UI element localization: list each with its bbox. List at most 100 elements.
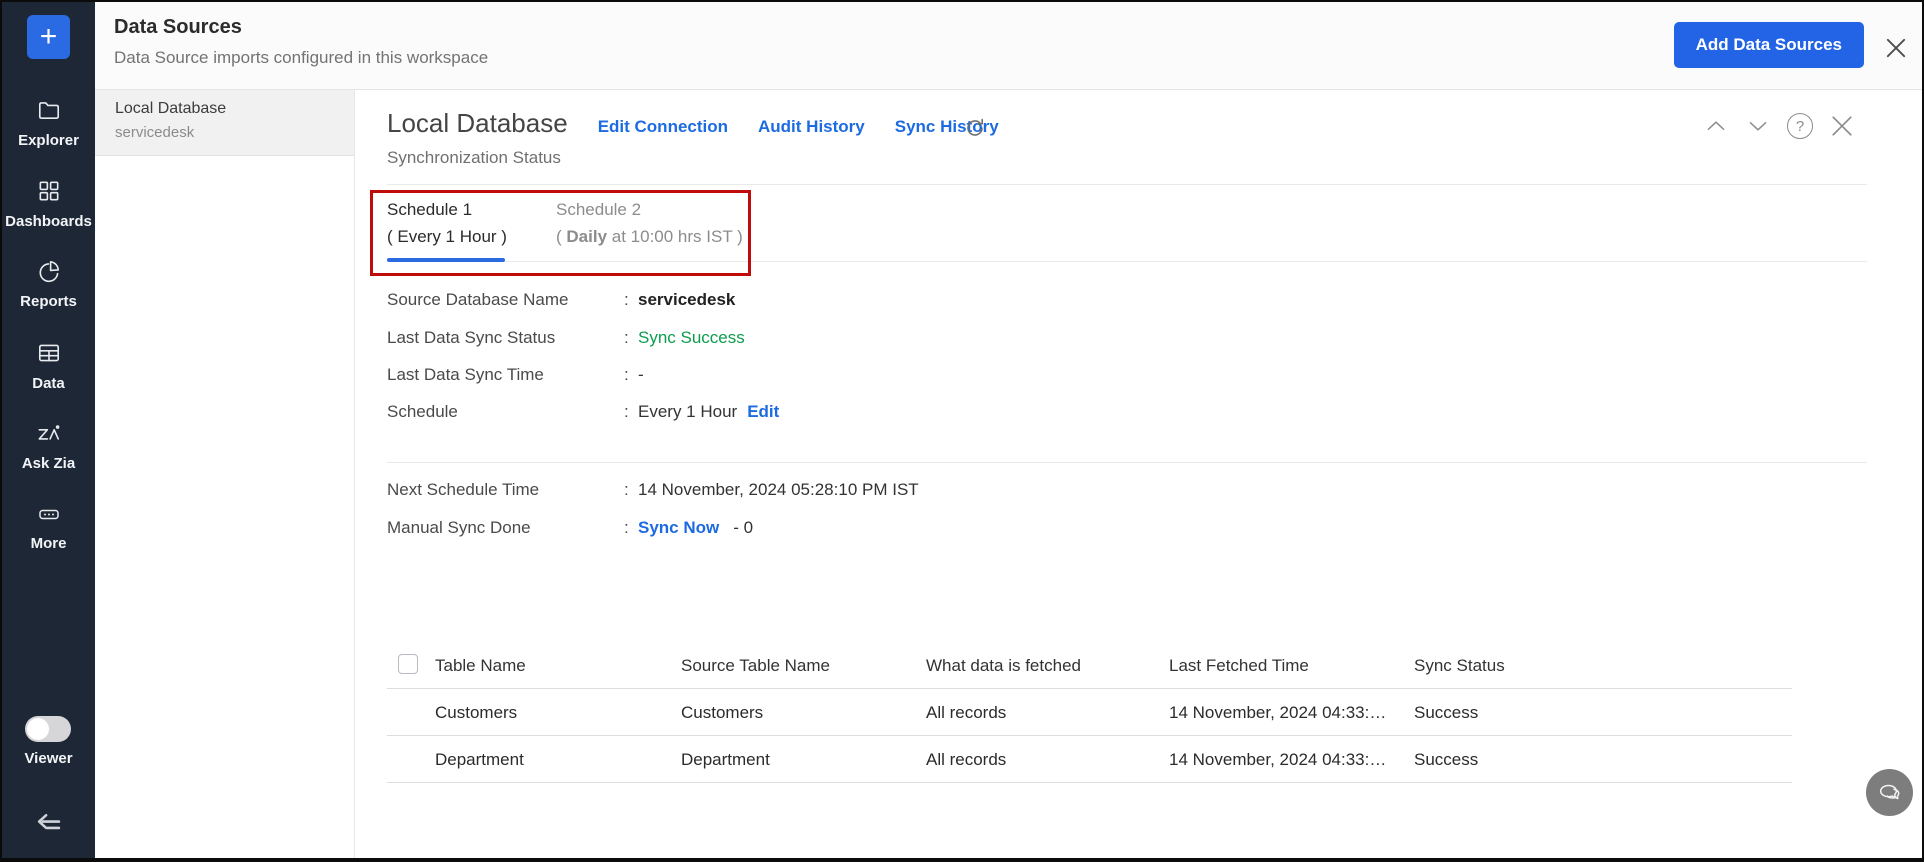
- column-header: Sync Status: [1414, 656, 1505, 675]
- field-row: Schedule: Every 1 Hour Edit: [387, 402, 779, 422]
- help-icon: ?: [1787, 113, 1813, 139]
- field-value: servicedesk: [638, 290, 736, 309]
- sidebar: + Explorer Dashboards Reports Data Ask Z…: [2, 2, 95, 858]
- tab-schedule-1[interactable]: Schedule 1 ( Every 1 Hour ): [387, 200, 507, 247]
- table-cell: 14 November, 2024 04:33:…: [1169, 750, 1387, 769]
- select-all-checkbox[interactable]: [398, 654, 418, 674]
- sidebar-item-ask-zia[interactable]: Ask Zia: [2, 420, 95, 472]
- column-header: Source Table Name: [681, 656, 830, 675]
- table-header-row: Table Name Source Table Name What data i…: [387, 642, 1792, 689]
- field-row: Next Schedule Time:14 November, 2024 05:…: [387, 480, 919, 500]
- table-cell: Customers: [435, 703, 518, 722]
- pane-controls: ?: [1702, 112, 1856, 140]
- sync-status-section-label: Synchronization Status: [387, 148, 561, 167]
- page-title: Data Sources: [114, 16, 242, 38]
- table-cell: Customers: [681, 703, 764, 722]
- field-row: Last Data Sync Status: Sync Success: [387, 328, 745, 348]
- viewer-toggle[interactable]: [25, 716, 71, 742]
- table-cell: All records: [926, 703, 1007, 722]
- sidebar-item-label: Data: [32, 375, 65, 392]
- sidebar-item-reports[interactable]: Reports: [2, 258, 95, 310]
- table-cell: Success: [1414, 703, 1479, 722]
- field-label: Source Database Name: [387, 290, 569, 309]
- manual-sync-count: - 0: [733, 518, 754, 537]
- sidebar-item-label: Explorer: [18, 132, 79, 149]
- field-row: Last Data Sync Time: -: [387, 365, 644, 385]
- add-data-sources-button[interactable]: Add Data Sources: [1673, 22, 1864, 68]
- table-icon: [38, 344, 59, 362]
- close-detail-button[interactable]: [1828, 112, 1856, 140]
- table-cell: Department: [681, 750, 770, 769]
- field-label: Last Data Sync Time: [387, 365, 544, 384]
- field-value: -: [638, 365, 644, 384]
- field-separator: :: [624, 518, 629, 537]
- field-label: Next Schedule Time: [387, 480, 540, 499]
- tab-subtitle: ( Daily at 10:00 hrs IST ): [556, 227, 743, 246]
- collapse-sidebar-button[interactable]: [32, 808, 66, 838]
- sidebar-item-label: Reports: [20, 293, 77, 310]
- pie-chart-icon: [39, 260, 59, 283]
- table-row[interactable]: Customers Customers All records 14 Novem…: [387, 689, 1792, 736]
- page-subtitle: Data Source imports configured in this w…: [114, 48, 489, 67]
- table-cell: Success: [1414, 750, 1479, 769]
- app-window: + Explorer Dashboards Reports Data Ask Z…: [0, 0, 1924, 862]
- sidebar-item-dashboards[interactable]: Dashboards: [2, 178, 95, 230]
- sync-now-link[interactable]: Sync Now: [638, 518, 719, 537]
- detail-title: Local Database: [387, 108, 568, 138]
- edit-connection-link[interactable]: Edit Connection: [598, 117, 728, 137]
- tab-title: Schedule 2: [556, 200, 642, 219]
- sidebar-item-label: More: [30, 535, 67, 552]
- create-button[interactable]: +: [27, 15, 70, 59]
- field-row: Source Database Name: servicedesk: [387, 290, 735, 310]
- folder-icon: [38, 102, 59, 119]
- field-label: Manual Sync Done: [387, 518, 531, 537]
- table-cell: Department: [435, 750, 524, 769]
- next-source-button[interactable]: [1744, 112, 1772, 140]
- divider: [387, 184, 1867, 185]
- table-row[interactable]: Department Department All records 14 Nov…: [387, 736, 1792, 783]
- field-label: Last Data Sync Status: [387, 328, 556, 347]
- table-cell: 14 November, 2024 04:33:…: [1169, 703, 1387, 722]
- tab-subtitle: ( Every 1 Hour ): [387, 227, 507, 246]
- detail-heading-row: Local Database Edit Connection Audit His…: [387, 108, 999, 139]
- table-cell: All records: [926, 750, 1007, 769]
- field-separator: :: [624, 480, 629, 499]
- divider: [387, 462, 1867, 463]
- field-separator: :: [624, 365, 629, 384]
- toggle-knob: [27, 718, 49, 740]
- field-row: Manual Sync Done: Sync Now - 0: [387, 518, 753, 538]
- viewer-toggle-label: Viewer: [24, 750, 73, 767]
- source-name: Local Database: [115, 100, 227, 117]
- active-tab-indicator: [387, 258, 505, 262]
- source-list-item-local-database[interactable]: Local Database servicedesk: [95, 90, 354, 156]
- column-header: What data is fetched: [926, 656, 1081, 675]
- field-value: Every 1 Hour: [638, 402, 738, 421]
- data-source-list: Local Database servicedesk: [95, 90, 355, 858]
- divider: [387, 261, 1867, 262]
- tab-title: Schedule 1: [387, 200, 473, 219]
- source-database-name: servicedesk: [115, 124, 195, 141]
- column-header: Last Fetched Time: [1169, 656, 1309, 675]
- field-separator: :: [624, 402, 629, 421]
- page-header: Data Sources Data Source imports configu…: [95, 2, 1922, 90]
- close-icon: [1886, 38, 1906, 58]
- chevron-down-icon: [1749, 121, 1767, 131]
- source-detail-pane: Local Database Edit Connection Audit His…: [355, 90, 1922, 858]
- refresh-icon: [967, 118, 983, 136]
- chevron-up-icon: [1707, 121, 1725, 131]
- field-separator: :: [624, 290, 629, 309]
- sidebar-item-explorer[interactable]: Explorer: [2, 97, 95, 149]
- close-page-button[interactable]: [1882, 34, 1910, 62]
- close-icon: [1832, 116, 1852, 136]
- previous-source-button[interactable]: [1702, 112, 1730, 140]
- help-button[interactable]: ?: [1786, 112, 1814, 140]
- tab-schedule-2[interactable]: Schedule 2 ( Daily at 10:00 hrs IST ): [556, 200, 743, 247]
- zia-icon: [38, 425, 59, 440]
- sidebar-item-data[interactable]: Data: [2, 340, 95, 392]
- audit-history-link[interactable]: Audit History: [758, 117, 865, 137]
- edit-schedule-link[interactable]: Edit: [747, 402, 779, 421]
- sidebar-item-more[interactable]: More: [2, 502, 95, 552]
- refresh-button[interactable]: [963, 116, 987, 140]
- support-chat-button[interactable]: [1866, 769, 1913, 816]
- field-separator: :: [624, 328, 629, 347]
